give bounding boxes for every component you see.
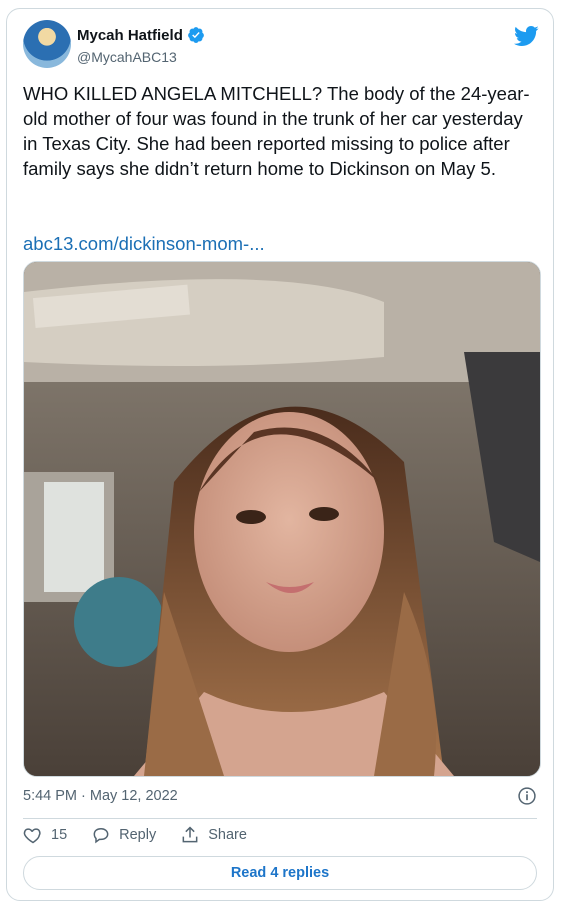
tweet-card: Mycah Hatfield @MycahABC13 WHO KILLED AN… <box>6 8 554 901</box>
tweet-timestamp[interactable]: 5:44 PM · May 12, 2022 <box>23 788 178 804</box>
author-name-row[interactable]: Mycah Hatfield <box>77 26 205 44</box>
avatar[interactable] <box>23 20 71 68</box>
twitter-bird-icon[interactable] <box>513 23 539 49</box>
like-count: 15 <box>51 827 68 843</box>
verified-badge-icon <box>187 27 204 43</box>
author-handle[interactable]: @MycahABC13 <box>77 49 177 65</box>
tweet-link[interactable]: abc13.com/dickinson-mom-... <box>23 233 265 255</box>
reply-label: Reply <box>119 827 157 843</box>
share-icon <box>182 826 198 843</box>
action-bar: 15 Reply Share <box>23 825 247 845</box>
selfie-photo-illustration <box>24 262 540 776</box>
tweet-text: WHO KILLED ANGELA MITCHELL? The body of … <box>23 83 530 179</box>
like-button[interactable]: 15 <box>23 825 67 845</box>
info-icon[interactable] <box>517 786 537 806</box>
tweet-photo[interactable] <box>23 261 541 777</box>
reply-button[interactable]: Reply <box>91 825 156 845</box>
heart-icon <box>23 828 41 844</box>
reply-icon <box>93 827 109 844</box>
share-label: Share <box>208 827 247 843</box>
read-replies-button[interactable]: Read 4 replies <box>23 856 537 890</box>
share-button[interactable]: Share <box>180 825 247 845</box>
author-display-name[interactable]: Mycah Hatfield <box>77 27 183 44</box>
divider <box>23 818 537 819</box>
